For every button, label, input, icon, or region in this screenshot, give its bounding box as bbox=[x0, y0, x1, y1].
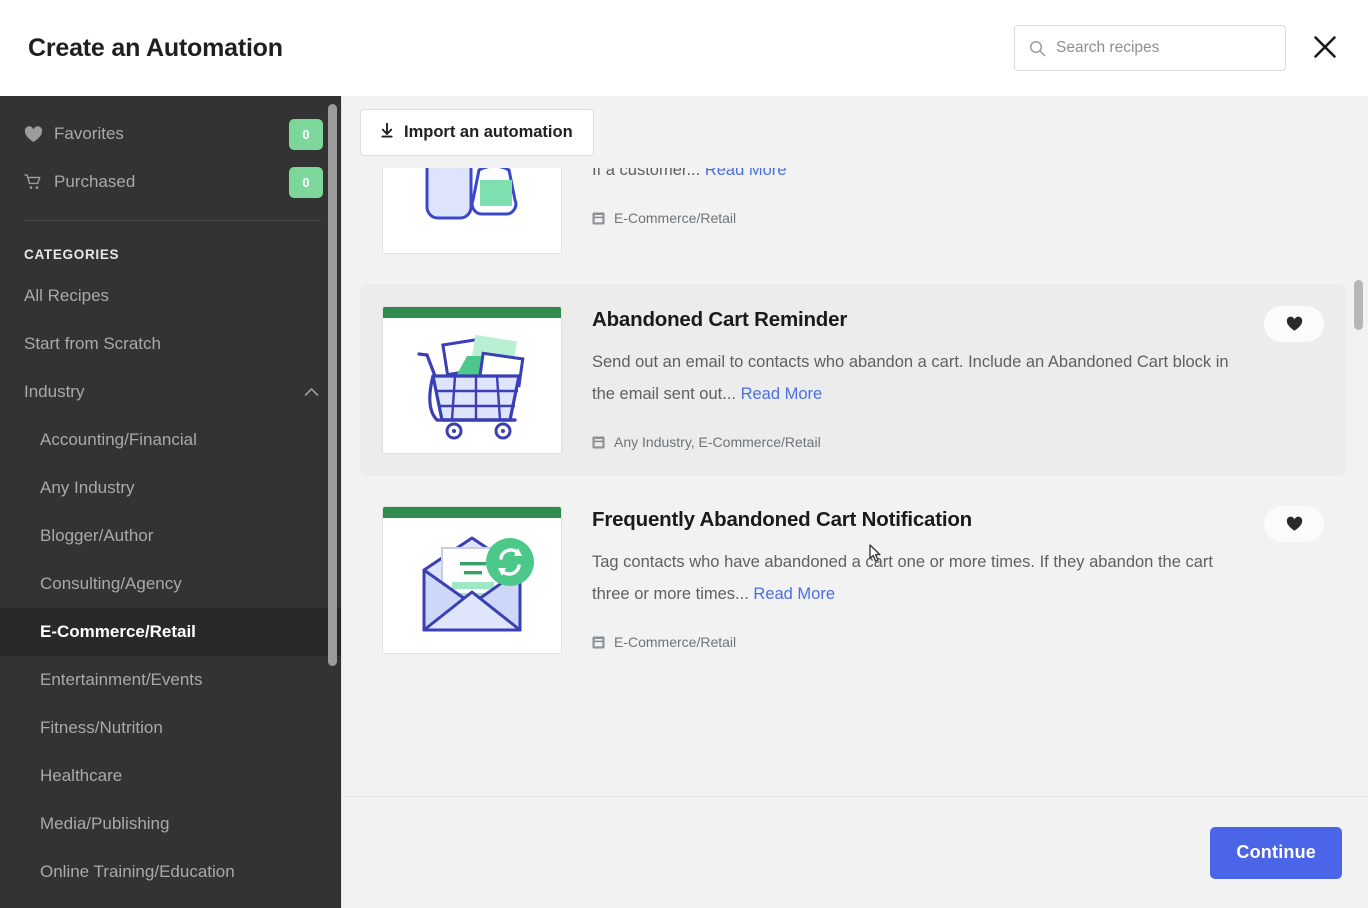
search-recipes-box[interactable] bbox=[1014, 25, 1286, 71]
purchased-count-badge: 0 bbox=[289, 166, 323, 198]
sidebar-item-label: Media/Publishing bbox=[40, 814, 170, 833]
shopping-cart-illustration bbox=[383, 318, 561, 453]
sidebar-item-consulting-agency[interactable]: Consulting/Agency bbox=[0, 560, 341, 608]
sidebar-item-label: Industry bbox=[24, 382, 85, 401]
sidebar-item-fitness-nutrition[interactable]: Fitness/Nutrition bbox=[0, 704, 341, 752]
recipe-card-body: Make sure your contacts have everything … bbox=[562, 168, 1326, 254]
sidebar-item-online-training-education[interactable]: Online Training/Education bbox=[0, 848, 341, 896]
sidebar-item-label: Purchased bbox=[54, 172, 136, 191]
heart-icon bbox=[24, 125, 50, 143]
sidebar-scroll-area: Favorites 0 Purchased 0 CATEGORIES All R… bbox=[0, 96, 341, 908]
recipe-tags: E-Commerce/Retail bbox=[592, 210, 1326, 226]
recipe-tags: E-Commerce/Retail bbox=[592, 634, 1326, 650]
sidebar-quick-links: Favorites 0 Purchased 0 bbox=[0, 110, 341, 206]
close-icon bbox=[1312, 34, 1338, 63]
cart-icon bbox=[24, 173, 50, 191]
import-automation-label: Import an automation bbox=[404, 122, 573, 141]
read-more-link[interactable]: Read More bbox=[741, 385, 823, 403]
sidebar-item-label: Fitness/Nutrition bbox=[40, 718, 163, 737]
search-icon bbox=[1029, 40, 1046, 57]
modal-footer: Continue bbox=[342, 796, 1368, 908]
recipe-tags-label: Any Industry, E-Commerce/Retail bbox=[614, 434, 821, 451]
product-bottles-illustration bbox=[383, 168, 561, 253]
recipe-description-text: Make sure your contacts have everything … bbox=[592, 168, 701, 180]
sidebar-item-favorites[interactable]: Favorites 0 bbox=[24, 110, 323, 158]
recipe-description: Tag contacts who have abandoned a cart o… bbox=[592, 546, 1252, 610]
search-input[interactable] bbox=[1056, 39, 1271, 57]
sidebar-item-accounting-financial[interactable]: Accounting/Financial bbox=[0, 416, 341, 464]
recipe-title: Frequently Abandoned Cart Notification bbox=[592, 508, 973, 531]
page-title: Create an Automation bbox=[28, 33, 283, 62]
create-automation-modal: Create an Automation Search recipes Favo… bbox=[0, 0, 1368, 908]
sidebar-item-all-recipes[interactable]: All Recipes bbox=[0, 272, 341, 320]
thumbnail-accent-bar bbox=[383, 507, 561, 518]
sidebar-item-label: Start from Scratch bbox=[24, 334, 161, 353]
sidebar-item-media-publishing[interactable]: Media/Publishing bbox=[0, 800, 341, 848]
close-button[interactable] bbox=[1308, 31, 1342, 65]
recipe-tags-label: E-Commerce/Retail bbox=[614, 634, 737, 651]
chevron-up-icon bbox=[304, 387, 319, 397]
recipe-description: Make sure your contacts have everything … bbox=[592, 168, 1252, 186]
recipe-card-body: Abandoned Cart Reminder Send out an emai… bbox=[562, 306, 1326, 454]
recipe-card[interactable]: Abandoned Cart Reminder Send out an emai… bbox=[360, 284, 1346, 476]
download-arrow-icon bbox=[381, 122, 393, 141]
sidebar-item-any-industry[interactable]: Any Industry bbox=[0, 464, 341, 512]
tag-icon bbox=[592, 212, 605, 225]
sidebar-item-entertainment-events[interactable]: Entertainment/Events bbox=[0, 656, 341, 704]
content-panel: Import an automation If a customer... Re… bbox=[341, 96, 1368, 908]
sidebar-item-healthcare[interactable]: Healthcare bbox=[0, 752, 341, 800]
content-toolbar: Import an automation bbox=[342, 96, 1368, 168]
import-automation-button[interactable]: Import an automation bbox=[360, 108, 594, 156]
sidebar-item-e-commerce-retail[interactable]: E-Commerce/Retail bbox=[0, 608, 341, 656]
favorite-button[interactable] bbox=[1264, 506, 1324, 542]
recipe-list: Make sure your contacts have everything … bbox=[342, 168, 1368, 796]
envelope-sync-illustration bbox=[383, 518, 561, 653]
recipe-description: Send out an email to contacts who abando… bbox=[592, 346, 1252, 410]
read-more-link[interactable]: Read More bbox=[753, 585, 835, 603]
sidebar-item-label: Favorites bbox=[54, 124, 124, 143]
sidebar-scrollbar[interactable] bbox=[328, 96, 337, 908]
sidebar-categories-heading: CATEGORIES bbox=[24, 247, 120, 262]
recipe-tags: Any Industry, E-Commerce/Retail bbox=[592, 434, 1326, 450]
sidebar-item-purchased[interactable]: Purchased 0 bbox=[24, 158, 323, 206]
sidebar-item-label: Any Industry bbox=[40, 478, 135, 497]
sidebar-item-start-from-scratch[interactable]: Start from Scratch bbox=[0, 320, 341, 368]
sidebar-item-blogger-author[interactable]: Blogger/Author bbox=[0, 512, 341, 560]
modal-body: Favorites 0 Purchased 0 CATEGORIES All R… bbox=[0, 96, 1368, 908]
sidebar-item-label: Blogger/Author bbox=[40, 526, 154, 545]
heart-icon bbox=[1286, 516, 1303, 532]
recipe-thumbnail bbox=[382, 506, 562, 654]
recipe-thumbnail bbox=[382, 168, 562, 254]
recipe-list-inner: Make sure your contacts have everything … bbox=[342, 168, 1368, 684]
sidebar-item-label: All Recipes bbox=[24, 286, 110, 305]
sidebar-group-industry[interactable]: Industry bbox=[0, 368, 341, 416]
thumbnail-accent-bar bbox=[383, 307, 561, 318]
recipe-description-text: Tag contacts who have abandoned a cart o… bbox=[592, 553, 1213, 604]
favorite-button[interactable] bbox=[1264, 306, 1324, 342]
tag-icon bbox=[592, 636, 605, 649]
header-actions bbox=[1014, 25, 1344, 71]
sidebar-item-label: Online Training/Education bbox=[40, 862, 235, 881]
recipe-card-body: Frequently Abandoned Cart Notification T… bbox=[562, 506, 1326, 654]
sidebar: Favorites 0 Purchased 0 CATEGORIES All R… bbox=[0, 96, 341, 908]
sidebar-item-label: Healthcare bbox=[40, 766, 123, 785]
recipe-description-text: Send out an email to contacts who abando… bbox=[592, 353, 1229, 404]
recipe-card[interactable]: Make sure your contacts have everything … bbox=[360, 168, 1346, 276]
sidebar-item-label: Accounting/Financial bbox=[40, 430, 197, 449]
continue-button[interactable]: Continue bbox=[1210, 826, 1342, 879]
favorites-count-badge: 0 bbox=[289, 118, 323, 150]
modal-header: Create an Automation bbox=[0, 0, 1368, 96]
tag-icon bbox=[592, 436, 605, 449]
recipe-tags-label: E-Commerce/Retail bbox=[614, 210, 737, 227]
heart-icon bbox=[1286, 316, 1303, 332]
read-more-link[interactable]: Read More bbox=[705, 168, 787, 179]
sidebar-item-label: E-Commerce/Retail bbox=[40, 622, 196, 641]
sidebar-item-label: Entertainment/Events bbox=[40, 670, 203, 689]
sidebar-item-label: Consulting/Agency bbox=[40, 574, 182, 593]
recipe-title: Abandoned Cart Reminder bbox=[592, 308, 848, 331]
sidebar-scrollbar-thumb[interactable] bbox=[328, 104, 337, 666]
recipe-thumbnail bbox=[382, 306, 562, 454]
recipe-card[interactable]: Frequently Abandoned Cart Notification T… bbox=[360, 484, 1346, 676]
